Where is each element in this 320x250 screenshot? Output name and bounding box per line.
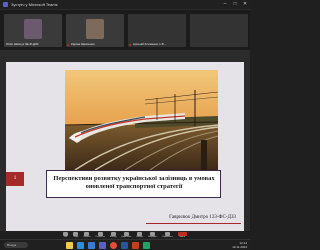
share-button[interactable]: Поділитися xyxy=(162,232,173,238)
meeting-controls: Чат Люди Підняти Реагувати Вигляд Додатк… xyxy=(0,231,250,239)
chrome-icon[interactable] xyxy=(110,242,117,249)
close-button[interactable]: ✕ xyxy=(242,1,248,7)
taskbar-search[interactable]: Пошук xyxy=(4,242,28,248)
raise-hand-label: Підняти xyxy=(83,236,91,238)
more-button[interactable]: Додатково xyxy=(121,232,131,238)
teams-window: Зустріч у Microsoft Teams – □ ✕ Юлія Шев… xyxy=(0,0,250,239)
slide-author: Гаврилюк Дмитро 133-ФС-ДЗ3 xyxy=(169,215,236,220)
participant-tile[interactable]: Арсеній Клименко 1 Ф... xyxy=(128,14,186,47)
slide-title: Перспективи розвитку української залізни… xyxy=(53,175,215,190)
mic-button[interactable]: Мікрофон xyxy=(148,232,157,238)
avatar xyxy=(86,19,104,39)
clock-date: 12.11.2023 xyxy=(232,245,247,249)
teams-app-icon xyxy=(3,2,8,7)
window-controls: – □ ✕ xyxy=(222,1,248,7)
slide-divider xyxy=(146,223,241,224)
store-icon[interactable] xyxy=(88,242,95,249)
participant-name: Каріна Шевченко xyxy=(71,42,95,46)
react-button[interactable]: Реагувати xyxy=(96,232,105,238)
maximize-button[interactable]: □ xyxy=(232,1,238,7)
edge-icon[interactable] xyxy=(77,242,84,249)
mic-muted-icon xyxy=(67,44,69,46)
participant-tile[interactable]: Каріна Шевченко xyxy=(66,14,124,47)
participant-name: Арсеній Клименко 1 Ф... xyxy=(133,42,167,46)
participant-tile[interactable]: Юлія Шевчук ЗЕ-Ф-ДЗ3 xyxy=(4,14,62,47)
chat-label: Чат xyxy=(64,236,68,238)
avatar xyxy=(24,19,42,39)
system-tray-clock[interactable]: 12:14 12.11.2023 xyxy=(232,241,247,249)
taskbar-apps xyxy=(66,242,150,249)
presentation-slide: 1 Перспективи розвитку української заліз… xyxy=(6,62,244,232)
raise-hand-button[interactable]: Підняти xyxy=(83,232,91,238)
leave-button[interactable]: Вийти xyxy=(177,232,187,238)
teams-icon[interactable] xyxy=(99,242,106,249)
powerpoint-icon[interactable] xyxy=(132,242,139,249)
participant-tile[interactable] xyxy=(190,14,248,47)
react-label: Реагувати xyxy=(95,236,105,238)
train-photo xyxy=(65,70,218,170)
minimize-button[interactable]: – xyxy=(222,1,228,7)
mic-muted-icon xyxy=(129,44,131,46)
mic-label: Мікрофон xyxy=(148,236,158,238)
view-label: Вигляд xyxy=(109,236,117,238)
camera-button[interactable]: Камера xyxy=(136,232,143,238)
slide-title-box: Перспективи розвитку української залізни… xyxy=(46,170,221,198)
view-button[interactable]: Вигляд xyxy=(109,232,117,238)
more-label: Додатково xyxy=(121,236,132,238)
window-title: Зустріч у Microsoft Teams xyxy=(11,2,58,7)
people-label: Люди xyxy=(73,236,79,238)
windows-taskbar: Пошук 12:14 12.11.2023 xyxy=(0,239,250,250)
chat-button[interactable]: Чат xyxy=(63,232,69,238)
shared-screen: 1 Перспективи розвитку української заліз… xyxy=(0,50,250,239)
title-bar: Зустріч у Microsoft Teams – □ ✕ xyxy=(0,0,250,9)
people-button[interactable]: Люди xyxy=(73,232,78,238)
camera-label: Камера xyxy=(136,236,144,238)
word-icon[interactable] xyxy=(121,242,128,249)
participants-strip: Юлія Шевчук ЗЕ-Ф-ДЗ3 Каріна Шевченко Арс… xyxy=(0,10,250,50)
excel-icon[interactable] xyxy=(143,242,150,249)
leave-label: Вийти xyxy=(179,236,186,238)
participant-name: Юлія Шевчук ЗЕ-Ф-ДЗ3 xyxy=(6,42,39,46)
share-label: Поділитися xyxy=(162,236,173,238)
slide-number: 1 xyxy=(6,172,24,186)
file-explorer-icon[interactable] xyxy=(66,242,73,249)
